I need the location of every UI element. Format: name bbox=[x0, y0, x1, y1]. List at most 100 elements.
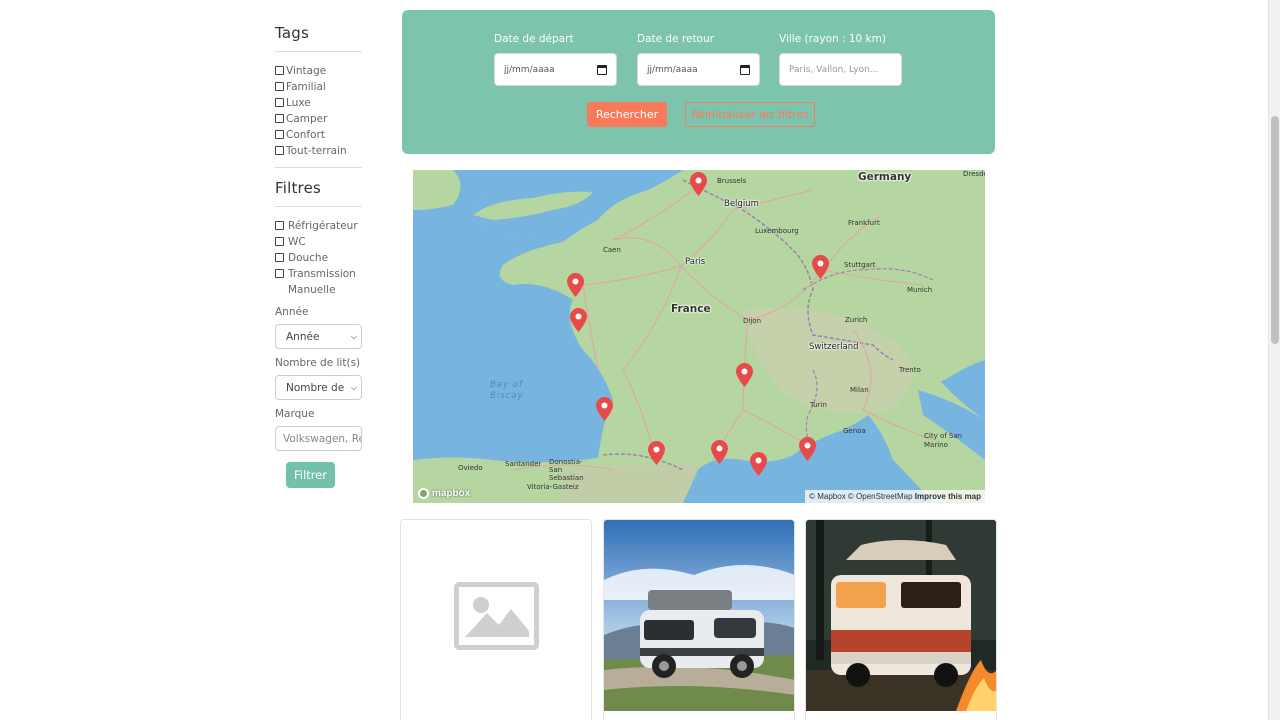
map-label-dresden: Dresde bbox=[963, 170, 985, 178]
map-label-paris: Paris bbox=[685, 257, 706, 267]
listing-card[interactable] bbox=[603, 519, 795, 720]
checkbox-icon[interactable] bbox=[275, 98, 284, 107]
search-panel: Date de départ jj/mm/aaaa Date de retour… bbox=[402, 10, 995, 154]
return-field: Date de retour jj/mm/aaaa bbox=[637, 33, 760, 86]
map-marker-icon[interactable] bbox=[736, 363, 753, 387]
checkbox-icon[interactable] bbox=[275, 237, 284, 246]
chevron-down-icon: ⌵ bbox=[350, 331, 357, 341]
calendar-icon[interactable] bbox=[740, 64, 750, 75]
map-marker-icon[interactable] bbox=[812, 255, 829, 279]
map-attribution: © Mapbox © OpenStreetMap Improve this ma… bbox=[805, 490, 985, 503]
filter-list: Réfrigérateur WC Douche Transmission Man… bbox=[275, 218, 363, 298]
checkbox-icon[interactable] bbox=[275, 66, 284, 75]
map-label-belgium: Belgium bbox=[724, 199, 759, 209]
search-button[interactable]: Rechercher bbox=[587, 102, 667, 127]
map-label-oviedo: Oviedo bbox=[458, 464, 483, 472]
map-label-zurich: Zurich bbox=[845, 316, 868, 324]
tags-title: Tags bbox=[275, 24, 310, 42]
map-marker-icon[interactable] bbox=[711, 440, 728, 464]
map-marker-icon[interactable] bbox=[648, 441, 665, 465]
checkbox-icon[interactable] bbox=[275, 269, 284, 278]
map-label-santander: Santander bbox=[505, 460, 542, 468]
map-label-milan: Milan bbox=[850, 386, 869, 394]
brand-label: Marque bbox=[275, 408, 315, 420]
attribution-osm-link[interactable]: © OpenStreetMap bbox=[848, 492, 913, 501]
page-scrollbar[interactable] bbox=[1268, 0, 1280, 720]
mapbox-logo[interactable]: mapbox bbox=[418, 488, 470, 499]
map-label-san-marino: City of San Marino bbox=[924, 432, 963, 449]
tag-checkbox-confort[interactable]: Confort bbox=[275, 127, 363, 143]
filter-checkbox-refrigerateur[interactable]: Réfrigérateur bbox=[275, 218, 363, 234]
mapbox-icon bbox=[418, 488, 429, 499]
campervan-photo bbox=[604, 520, 794, 711]
map-marker-icon[interactable] bbox=[690, 172, 707, 196]
divider bbox=[275, 167, 362, 168]
tag-checkbox-familial[interactable]: Familial bbox=[275, 79, 363, 95]
city-input[interactable]: Paris, Vallon, Lyon... bbox=[779, 53, 902, 86]
chevron-down-icon: ⌵ bbox=[350, 382, 357, 392]
calendar-icon[interactable] bbox=[597, 64, 607, 75]
map-marker-icon[interactable] bbox=[799, 437, 816, 461]
checkbox-icon[interactable] bbox=[275, 221, 284, 230]
map-label-donostia: Donostia-San Sebastian bbox=[549, 458, 584, 482]
map-label-germany: Germany bbox=[858, 171, 912, 183]
checkbox-icon[interactable] bbox=[275, 253, 284, 262]
tag-list: Vintage Familial Luxe Camper Confort Tou… bbox=[275, 63, 363, 159]
return-label: Date de retour bbox=[637, 33, 714, 45]
departure-field: Date de départ jj/mm/aaaa bbox=[494, 33, 617, 86]
map-label-france: France bbox=[671, 303, 711, 315]
checkbox-icon[interactable] bbox=[275, 114, 284, 123]
vintage-van-photo bbox=[806, 520, 996, 711]
departure-label: Date de départ bbox=[494, 33, 574, 45]
map-label-turin: Turin bbox=[810, 401, 827, 409]
filter-checkbox-douche[interactable]: Douche bbox=[275, 250, 363, 266]
checkbox-icon[interactable] bbox=[275, 146, 284, 155]
attribution-mapbox-link[interactable]: © Mapbox bbox=[809, 492, 846, 501]
year-label: Année bbox=[275, 306, 309, 318]
listing-card[interactable] bbox=[400, 519, 592, 720]
map-label-bay-of-biscay: Bay of Biscay bbox=[490, 380, 524, 401]
return-date-input[interactable]: jj/mm/aaaa bbox=[637, 53, 760, 86]
map-label-frankfurt: Frankfurt bbox=[848, 219, 880, 227]
map-label-switzerland: Switzerland bbox=[809, 342, 859, 352]
map-label-caen: Caen bbox=[603, 246, 621, 254]
map-label-dijon: Dijon bbox=[743, 317, 761, 325]
year-select[interactable]: Année ⌵ bbox=[275, 324, 362, 349]
reset-filters-button[interactable]: Réinitialiser les filtres bbox=[685, 102, 815, 127]
city-label: Ville (rayon : 10 km) bbox=[779, 33, 886, 45]
city-field: Ville (rayon : 10 km) Paris, Vallon, Lyo… bbox=[779, 33, 902, 86]
filter-checkbox-transmission-manuelle[interactable]: Transmission Manuelle bbox=[275, 266, 363, 298]
map-label-genoa: Genoa bbox=[843, 427, 866, 435]
map-base bbox=[413, 170, 985, 503]
map-label-stuttgart: Stuttgart bbox=[844, 261, 876, 269]
listing-card[interactable] bbox=[805, 519, 997, 720]
map-label-luxembourg: Luxembourg bbox=[755, 227, 799, 235]
checkbox-icon[interactable] bbox=[275, 82, 284, 91]
map-label-brussels: Brussels bbox=[717, 177, 747, 185]
sidebar: Tags Vintage Familial Luxe Camper Confor… bbox=[275, 24, 363, 488]
improve-map-link[interactable]: Improve this map bbox=[915, 492, 981, 501]
tag-checkbox-camper[interactable]: Camper bbox=[275, 111, 363, 127]
map-marker-icon[interactable] bbox=[750, 452, 767, 476]
tag-checkbox-tout-terrain[interactable]: Tout-terrain bbox=[275, 143, 363, 159]
divider bbox=[275, 51, 362, 52]
map-label-vitoria: Vitoria-Gasteiz bbox=[527, 483, 579, 491]
beds-label: Nombre de lit(s) bbox=[275, 357, 361, 369]
map-label-trento: Trento bbox=[899, 366, 921, 374]
map-label-munich: Munich bbox=[907, 286, 933, 294]
image-placeholder-icon bbox=[454, 582, 539, 650]
checkbox-icon[interactable] bbox=[275, 130, 284, 139]
departure-date-input[interactable]: jj/mm/aaaa bbox=[494, 53, 617, 86]
tag-checkbox-luxe[interactable]: Luxe bbox=[275, 95, 363, 111]
tag-checkbox-vintage[interactable]: Vintage bbox=[275, 63, 363, 79]
filter-button[interactable]: Filtrer bbox=[286, 462, 335, 488]
brand-input[interactable]: Volkswagen, Re bbox=[275, 426, 362, 451]
scrollbar-thumb[interactable] bbox=[1271, 116, 1279, 344]
map-marker-icon[interactable] bbox=[596, 397, 613, 421]
filters-title: Filtres bbox=[275, 179, 322, 197]
map-marker-icon[interactable] bbox=[570, 308, 587, 332]
map[interactable]: Germany Brussels Belgium Dresde Luxembou… bbox=[413, 170, 985, 503]
map-marker-icon[interactable] bbox=[567, 273, 584, 297]
filter-checkbox-wc[interactable]: WC bbox=[275, 234, 363, 250]
beds-select[interactable]: Nombre de ⌵ bbox=[275, 375, 362, 400]
